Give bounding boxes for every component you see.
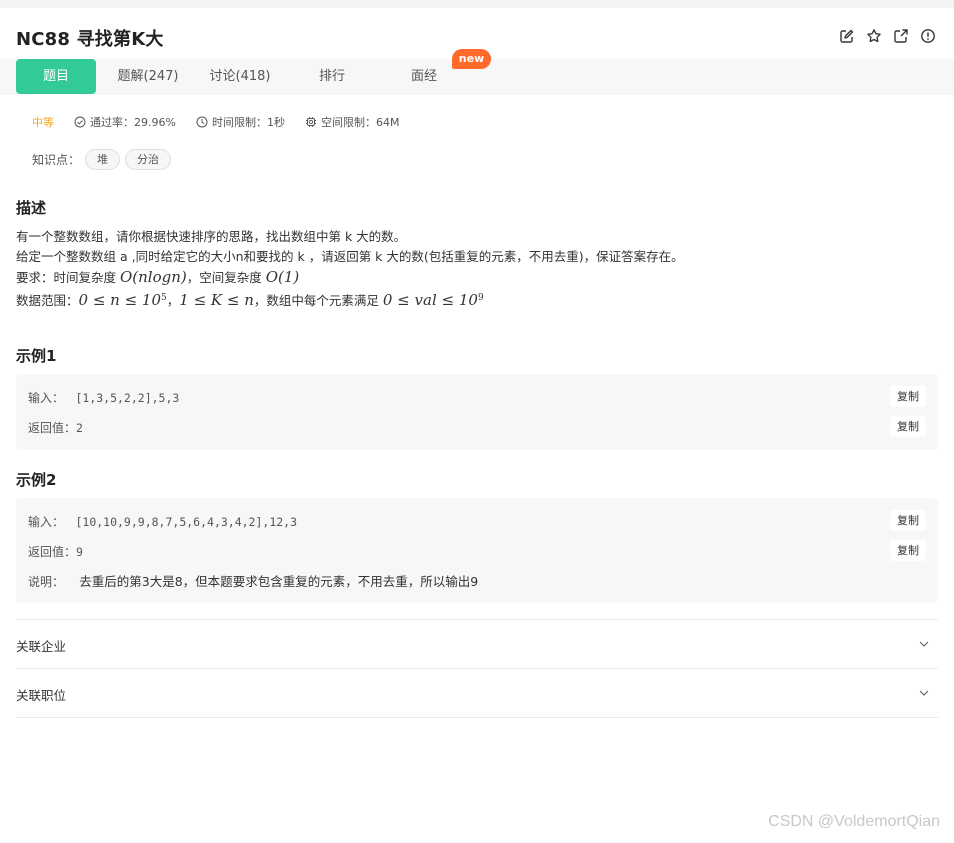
description-body: 有一个整数数组，请你根据快速排序的思路，找出数组中第 k 大的数。 给定一个整数… (16, 227, 684, 311)
related-positions-section[interactable]: 关联职位 (16, 668, 938, 717)
explain-value: 去重后的第3大是8，但本题要求包含重复的元素，不用去重，所以输出9 (79, 574, 479, 589)
range-line: 数据范围：0 ≤ n ≤ 105，1 ≤ K ≤ n，数组中每个元素满足 0 ≤… (16, 288, 684, 311)
clock-icon (196, 116, 208, 128)
related-positions-label: 关联职位 (16, 688, 67, 703)
copy-output-button[interactable]: 复制 (890, 540, 926, 561)
new-badge: new (452, 49, 491, 69)
check-circle-icon (74, 116, 86, 128)
report-icon[interactable] (920, 28, 936, 44)
range-sep: ， (166, 293, 180, 309)
input-label: 输入： (28, 515, 65, 529)
pass-rate: 通过率：29.96% (74, 114, 176, 130)
copy-input-button[interactable]: 复制 (890, 386, 926, 407)
tag-heap[interactable]: 堆 (85, 149, 121, 170)
related-companies-label: 关联企业 (16, 639, 67, 654)
time-limit-text: 时间限制：1秒 (211, 116, 285, 129)
chevron-down-icon[interactable] (918, 638, 930, 650)
time-limit: 时间限制：1秒 (196, 114, 285, 130)
output-value: 2 (76, 421, 83, 435)
tab-discussion[interactable]: 讨论(418) (200, 59, 280, 94)
range-val: 0 ≤ val ≤ 10 (382, 291, 478, 310)
range-k: 1 ≤ K ≤ n (179, 291, 254, 310)
knowledge-points: 知识点： 堆 分治 (32, 149, 172, 170)
description-line: 有一个整数数组，请你根据快速排序的思路，找出数组中第 k 大的数。 (16, 229, 407, 244)
tag-divide-conquer[interactable]: 分治 (125, 149, 172, 170)
example2-input-row: 输入： [10,10,9,9,8,7,5,6,4,3,4,2],12,3 (28, 513, 297, 530)
input-value: [1,3,5,2,2],5,3 (75, 391, 180, 405)
chip-icon (305, 117, 316, 127)
description-line: 给定一个整数数组 a ,同时给定它的大小n和要找的 k ，请返回第 k 大的数(… (16, 249, 684, 264)
requirement-mid: ，空间复杂度 (186, 270, 266, 285)
tab-ranking[interactable]: 排行 (292, 59, 372, 94)
space-limit: 空间限制：64M (305, 114, 400, 130)
copy-output-button[interactable]: 复制 (890, 416, 926, 437)
space-complexity: O(1) (265, 268, 300, 286)
example1-output-row: 返回值：2 (28, 419, 83, 436)
problem-title: NC88 寻找第K大 (16, 29, 164, 50)
example2-heading: 示例2 (16, 471, 57, 489)
edit-icon[interactable] (839, 28, 855, 44)
knowledge-label: 知识点： (32, 153, 81, 167)
output-value: 9 (76, 545, 83, 559)
copy-input-button[interactable]: 复制 (890, 510, 926, 531)
input-label: 输入： (28, 391, 65, 405)
difficulty-label: 中等 (32, 116, 54, 129)
output-label: 返回值： (28, 421, 77, 435)
range-prefix: 数据范围： (16, 293, 79, 309)
example2-explain-row: 说明： 去重后的第3大是8，但本题要求包含重复的元素，不用去重，所以输出9 (28, 571, 478, 590)
top-strip (0, 0, 954, 8)
description-heading: 描述 (16, 199, 47, 217)
header-actions (839, 28, 936, 44)
example1-heading: 示例1 (16, 347, 57, 365)
tab-solutions[interactable]: 题解(247) (108, 59, 188, 94)
example2-box: 输入： [10,10,9,9,8,7,5,6,4,3,4,2],12,3 复制 … (16, 498, 938, 603)
related-companies-section[interactable]: 关联企业 (16, 619, 938, 668)
example2-output-row: 返回值：9 (28, 543, 83, 560)
requirement-line: 要求：时间复杂度 O(nlogn)，空间复杂度 O(1) (16, 267, 684, 288)
input-value: [10,10,9,9,8,7,5,6,4,3,4,2],12,3 (75, 515, 298, 529)
range-mid: ，数组中每个元素满足 (253, 293, 383, 309)
range-n: 0 ≤ n ≤ 10 (78, 291, 162, 310)
requirement-prefix: 要求：时间复杂度 (16, 270, 120, 285)
divider (16, 717, 938, 718)
range-val-exp: 9 (477, 293, 484, 303)
time-complexity: O(nlogn) (119, 268, 187, 286)
output-label: 返回值： (28, 545, 77, 559)
pass-rate-text: 通过率：29.96% (90, 116, 176, 129)
share-icon[interactable] (893, 28, 909, 44)
explain-label: 说明： (28, 575, 65, 589)
chevron-down-icon[interactable] (918, 687, 930, 699)
space-limit-text: 空间限制：64M (320, 116, 400, 129)
example1-input-row: 输入： [1,3,5,2,2],5,3 (28, 389, 179, 406)
tab-problem[interactable]: 题目 (16, 59, 96, 94)
star-icon[interactable] (866, 28, 882, 44)
example1-box: 输入： [1,3,5,2,2],5,3 复制 返回值：2 复制 (16, 374, 938, 450)
problem-meta: 中等 通过率：29.96% 时间限制：1秒 空间限制：64M (32, 114, 419, 130)
watermark: CSDN @VoldemortQian (768, 813, 940, 830)
